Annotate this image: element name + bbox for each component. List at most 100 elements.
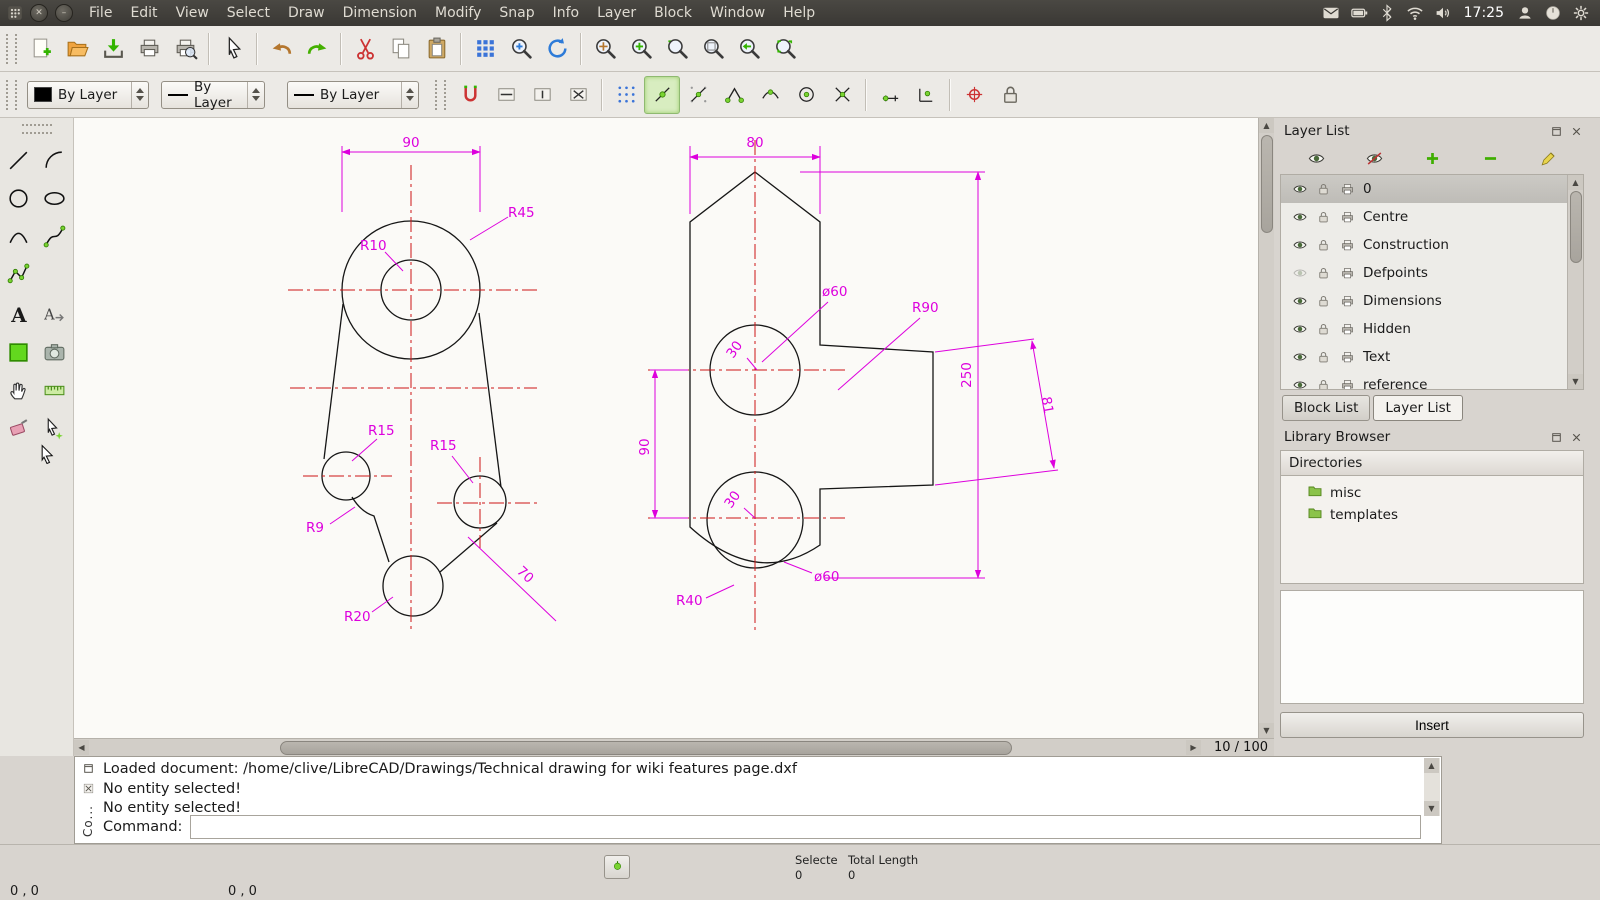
hide-all-layers-button[interactable] bbox=[1362, 146, 1386, 170]
restrict-off-button[interactable] bbox=[560, 76, 596, 114]
redraw-button[interactable] bbox=[539, 30, 575, 68]
directory-item-templates[interactable]: templates bbox=[1281, 504, 1583, 526]
user-icon[interactable] bbox=[1515, 4, 1534, 23]
menu-snap[interactable]: Snap bbox=[490, 0, 543, 26]
scroll-up-arrow[interactable]: ▲ bbox=[1568, 175, 1583, 190]
float-panel-button[interactable] bbox=[1549, 124, 1564, 139]
layer-row-0[interactable]: 0 bbox=[1281, 175, 1568, 203]
window-close-button[interactable]: ✕ bbox=[30, 4, 48, 22]
menu-window[interactable]: Window bbox=[701, 0, 774, 26]
open-button[interactable] bbox=[59, 30, 95, 68]
command-input[interactable] bbox=[190, 815, 1421, 839]
layer-visibility-icon[interactable] bbox=[1291, 293, 1308, 310]
paste-button[interactable] bbox=[419, 30, 455, 68]
menu-modify[interactable]: Modify bbox=[426, 0, 490, 26]
cut-button[interactable] bbox=[347, 30, 383, 68]
zoom-window-button[interactable] bbox=[659, 30, 695, 68]
layer-lock-icon[interactable] bbox=[1315, 209, 1332, 226]
app-icon[interactable] bbox=[6, 4, 24, 22]
menu-draw[interactable]: Draw bbox=[279, 0, 334, 26]
save-button[interactable] bbox=[95, 30, 131, 68]
menu-dimension[interactable]: Dimension bbox=[334, 0, 426, 26]
select-tool-button[interactable] bbox=[38, 410, 72, 446]
layer-lock-icon[interactable] bbox=[1315, 265, 1332, 282]
redo-button[interactable] bbox=[299, 30, 335, 68]
console-close-button[interactable] bbox=[81, 781, 96, 796]
layer-visibility-icon[interactable] bbox=[1291, 265, 1308, 282]
directory-item-misc[interactable]: misc bbox=[1281, 482, 1583, 504]
line-button[interactable] bbox=[2, 142, 36, 178]
layer-print-icon[interactable] bbox=[1339, 321, 1356, 338]
insert-button[interactable]: Insert bbox=[1280, 712, 1584, 738]
scroll-right-arrow[interactable]: ▶ bbox=[1186, 740, 1201, 755]
snap-entity-button[interactable] bbox=[752, 76, 788, 114]
layer-list-scrollbar[interactable]: ▲ ▼ bbox=[1567, 175, 1583, 389]
scroll-thumb[interactable] bbox=[1570, 191, 1582, 263]
scroll-down-arrow[interactable]: ▼ bbox=[1568, 374, 1583, 389]
scroll-down-arrow[interactable]: ▼ bbox=[1259, 723, 1274, 738]
window-minimize-button[interactable]: – bbox=[55, 4, 73, 22]
tab-layer-list[interactable]: Layer List bbox=[1373, 395, 1463, 421]
layer-row-Centre[interactable]: Centre bbox=[1281, 203, 1568, 231]
layer-visibility-icon[interactable] bbox=[1291, 377, 1308, 390]
snap-grid-button[interactable] bbox=[680, 76, 716, 114]
zoom-select-button[interactable] bbox=[767, 30, 803, 68]
layer-row-Text[interactable]: Text bbox=[1281, 343, 1568, 371]
image-button[interactable] bbox=[38, 334, 72, 370]
menu-info[interactable]: Info bbox=[544, 0, 589, 26]
layer-visibility-icon[interactable] bbox=[1291, 321, 1308, 338]
ellipse-button[interactable] bbox=[38, 180, 72, 216]
spline-button[interactable] bbox=[38, 218, 72, 254]
scroll-down-arrow[interactable]: ▼ bbox=[1424, 801, 1439, 816]
scroll-up-arrow[interactable]: ▲ bbox=[1424, 758, 1439, 773]
clock[interactable]: 17:25 bbox=[1462, 5, 1506, 21]
menu-help[interactable]: Help bbox=[774, 0, 824, 26]
layer-visibility-icon[interactable] bbox=[1291, 349, 1308, 366]
close-panel-button[interactable] bbox=[1569, 124, 1584, 139]
copy-button[interactable] bbox=[383, 30, 419, 68]
layer-row-Hidden[interactable]: Hidden bbox=[1281, 315, 1568, 343]
cursor-button[interactable] bbox=[215, 30, 251, 68]
new-file-button[interactable] bbox=[23, 30, 59, 68]
layer-row-Dimensions[interactable]: Dimensions bbox=[1281, 287, 1568, 315]
show-all-layers-button[interactable] bbox=[1304, 146, 1328, 170]
rel-zero-button[interactable] bbox=[956, 76, 992, 114]
grid-insert-button[interactable] bbox=[467, 30, 503, 68]
layer-print-icon[interactable] bbox=[1339, 237, 1356, 254]
layer-row-Defpoints[interactable]: Defpoints bbox=[1281, 259, 1568, 287]
mail-icon[interactable] bbox=[1322, 4, 1341, 23]
snap-center-button[interactable] bbox=[788, 76, 824, 114]
tab-block-list[interactable]: Block List bbox=[1282, 395, 1371, 421]
layer-visibility-icon[interactable] bbox=[1291, 209, 1308, 226]
rect-tool-button[interactable] bbox=[2, 334, 36, 370]
layer-print-icon[interactable] bbox=[1339, 209, 1356, 226]
coordinate-widget-button[interactable] bbox=[604, 855, 630, 879]
zoom-page-button[interactable] bbox=[695, 30, 731, 68]
scroll-thumb[interactable] bbox=[1261, 135, 1273, 233]
layer-print-icon[interactable] bbox=[1339, 181, 1356, 198]
drawing-canvas[interactable]: 90 R45 R10 R15 R15 R9 R20 70 80 ø60 R90 … bbox=[74, 118, 1258, 738]
restrict-v-button[interactable] bbox=[524, 76, 560, 114]
scroll-left-arrow[interactable]: ◀ bbox=[74, 740, 89, 755]
layer-print-icon[interactable] bbox=[1339, 349, 1356, 366]
dock-handle[interactable] bbox=[6, 33, 17, 64]
print-preview-button[interactable] bbox=[167, 30, 203, 68]
volume-icon[interactable] bbox=[1434, 4, 1453, 23]
text-button[interactable]: A bbox=[2, 296, 36, 332]
snap-free-button[interactable] bbox=[644, 75, 680, 114]
menu-view[interactable]: View bbox=[167, 0, 218, 26]
restrict-h-button[interactable] bbox=[488, 76, 524, 114]
combo-spinner[interactable] bbox=[131, 81, 148, 108]
pen-color-combo[interactable]: By Layer bbox=[27, 80, 149, 109]
layer-lock-icon[interactable] bbox=[1315, 237, 1332, 254]
gear-icon[interactable] bbox=[1571, 4, 1590, 23]
layer-lock-icon[interactable] bbox=[1315, 321, 1332, 338]
snap-distance-button[interactable] bbox=[872, 76, 908, 114]
layer-print-icon[interactable] bbox=[1339, 265, 1356, 282]
scroll-thumb[interactable] bbox=[280, 741, 1012, 755]
layer-lock-icon[interactable] bbox=[1315, 293, 1332, 310]
lock-zero-button[interactable] bbox=[992, 76, 1028, 114]
layer-print-icon[interactable] bbox=[1339, 293, 1356, 310]
layer-row-Construction[interactable]: Construction bbox=[1281, 231, 1568, 259]
curve-button[interactable] bbox=[2, 218, 36, 254]
